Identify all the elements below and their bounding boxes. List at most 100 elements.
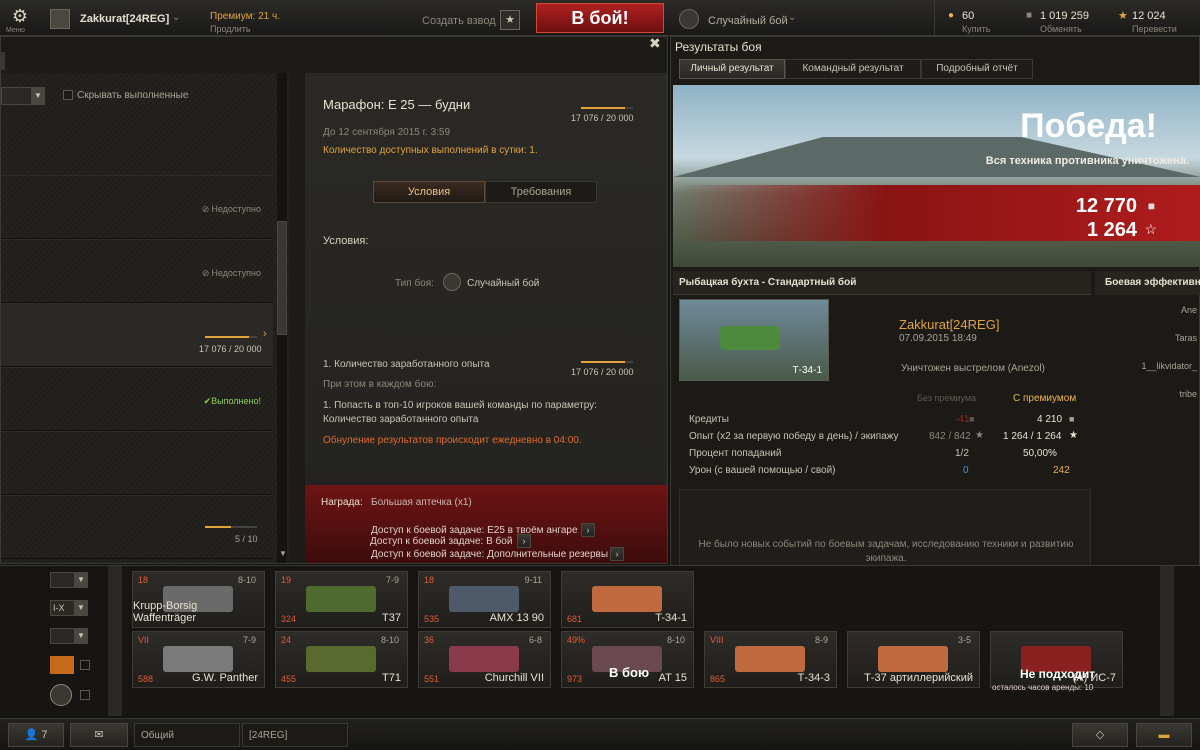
premium-status[interactable]: Премиум: 21 ч. [210, 11, 280, 22]
channel-clan[interactable]: [24REG] [242, 723, 348, 747]
username[interactable]: Zakkurat[24REG] [80, 13, 169, 25]
premium-extend[interactable]: Продлить [210, 24, 251, 34]
tab-conditions[interactable]: Условия [373, 181, 485, 203]
chevron-down-icon[interactable]: ⌄ [172, 12, 180, 23]
list-item[interactable]: 5 / 10 [1, 495, 273, 559]
tank-card[interactable]: 6-8 36 551 Churchill VII [418, 631, 551, 688]
status-unavailable: Недоступно [211, 204, 261, 214]
list-item[interactable]: ✔Выполнено! [1, 367, 273, 431]
repair-value: 681 [567, 614, 583, 624]
destroyed-by: Уничтожен выстрелом (Anezol) [901, 363, 1045, 374]
in-battle-overlay: В бою [609, 665, 650, 680]
tank-card[interactable]: 8-10 18 Krupp-Borsig Waffenträger [132, 571, 265, 628]
row-xp-label: Опыт (x2 за первую победу в день) / экип… [689, 431, 899, 442]
platoon-icon[interactable]: ★ [500, 10, 520, 30]
tank-card[interactable]: 8-10 24 455 T71 [275, 631, 408, 688]
row-hits-label: Процент попаданий [689, 448, 782, 459]
tank-card[interactable]: 7-9 VII 588 G.W. Panther [132, 631, 265, 688]
chevron-down-icon[interactable]: ▼ [74, 628, 88, 644]
list-item[interactable]: ⊘ Недоступно [1, 175, 273, 239]
tab-requirements[interactable]: Требования [485, 181, 597, 203]
row-credits-base: -41 [955, 414, 970, 425]
row-xp-prem: 1 264 / 1 264 [1003, 431, 1062, 442]
efficiency-list: Ane Taras 1__likvidator_ tribe [1095, 299, 1200, 411]
chevron-down-icon[interactable]: ▼ [74, 600, 88, 616]
scrollbar[interactable]: ▼ [277, 73, 287, 563]
tank-card[interactable]: 3-5 Т-37 артиллерийский [847, 631, 980, 688]
free-xp-value: 12 024 [1132, 10, 1166, 22]
premium-filter-icon[interactable] [50, 656, 74, 674]
chat-icon[interactable]: ✉ [70, 723, 128, 747]
lock-icon: ⊘ Недоступно [201, 204, 261, 214]
buy-gold-link[interactable]: Купить [962, 24, 990, 34]
row-damage-base: 0 [963, 465, 969, 476]
tank-level: 3-5 [957, 635, 971, 645]
close-icon[interactable]: ✖ [649, 35, 661, 52]
tab-personal[interactable]: Личный результат [679, 59, 785, 79]
convert-xp-link[interactable]: Перевести [1132, 24, 1177, 34]
tank-card[interactable]: 681 T-34-1 [561, 571, 694, 628]
tank-image: Т-34-1 [679, 299, 829, 381]
create-platoon-button[interactable]: Создать взвод [422, 15, 496, 27]
bottom-bar: 👤 7 ✉ Общий [24REG] ◇ ▬ [0, 718, 1200, 750]
results-title: Результаты боя [675, 40, 762, 54]
tab-team[interactable]: Командный результат [785, 59, 921, 79]
notifications-icon[interactable]: ▬ [1136, 723, 1192, 747]
repair-value: 324 [281, 614, 297, 624]
carousel-scroll-left[interactable] [108, 566, 122, 716]
carousel-scroll-right[interactable] [1160, 566, 1174, 716]
top-bar: ⚙ Меню Zakkurat[24REG] ⌄ Премиум: 21 ч. … [0, 0, 1200, 36]
victory-banner: Победа! Вся техника противника уничтожен… [673, 85, 1200, 267]
tank-name: AT 15 [658, 672, 687, 684]
hide-done-checkbox[interactable] [63, 90, 73, 100]
player-name[interactable]: 1__likvidator_ [1141, 361, 1197, 371]
channel-general[interactable]: Общий [134, 723, 240, 747]
tank-icon [878, 646, 948, 672]
mission-title: Марафон: Е 25 — будни [323, 97, 471, 112]
clan-emblem-icon [50, 9, 70, 29]
scrollbar-thumb[interactable] [277, 221, 287, 335]
access-link-3[interactable]: Доступ к боевой задаче: В бой [370, 536, 512, 547]
chevron-down-icon[interactable]: ⌄ [788, 12, 796, 23]
access-link-2[interactable]: Доступ к боевой задаче: Дополнительные р… [371, 549, 608, 560]
chevron-right-icon[interactable]: › [610, 547, 624, 561]
chevron-down-icon[interactable]: ▼ [74, 572, 88, 588]
tank-icon [306, 586, 376, 612]
crew-value: VII [138, 635, 150, 645]
tank-card[interactable]: 9-11 18 535 AMX 13 90 [418, 571, 551, 628]
menu-label[interactable]: Меню [6, 27, 25, 34]
progress-bar [581, 107, 633, 109]
player-name[interactable]: Ane [1181, 305, 1197, 315]
friends-button[interactable]: 👤 7 [8, 723, 64, 747]
list-item-selected[interactable]: › 17 076 / 20 000 [1, 303, 273, 367]
credits-icon: ■ [1069, 414, 1075, 424]
credits-earned: 12 770 [1075, 195, 1137, 217]
list-item[interactable]: ⊘ Недоступно [1, 239, 273, 303]
carousel-slots: 8-10 18 Krupp-Borsig Waffenträger 7-9 19 324 T… [132, 571, 1132, 711]
not-fit-overlay: Не подходит [1020, 667, 1096, 681]
player-name[interactable]: Taras [1175, 333, 1197, 343]
exchange-link[interactable]: Обменять [1040, 24, 1082, 34]
col-premium: С премиумом [1013, 393, 1077, 404]
elite-filter-icon[interactable] [50, 684, 72, 706]
chevron-right-icon[interactable]: › [517, 534, 531, 548]
condition-2: 1. Попасть в топ-10 игроков вашей команд… [323, 400, 597, 425]
premium-filter-checkbox[interactable] [80, 660, 90, 670]
clan-icon[interactable]: ◇ [1072, 723, 1128, 747]
tab-detailed[interactable]: Подробный отчёт [921, 59, 1033, 79]
battle-mode-select[interactable]: Случайный бой [708, 15, 788, 27]
player-name[interactable]: tribe [1179, 389, 1197, 399]
list-item[interactable] [1, 431, 273, 495]
chevron-down-icon[interactable]: ▼ [31, 87, 45, 105]
tank-card[interactable]: 7-9 19 324 T37 [275, 571, 408, 628]
battle-button[interactable]: В бой! [536, 3, 664, 33]
mission-progress: 17 076 / 20 000 [571, 113, 634, 123]
crew-value: 18 [424, 575, 435, 585]
tank-name: T-34-1 [655, 612, 687, 624]
elite-filter-checkbox[interactable] [80, 690, 90, 700]
tank-card[interactable]: 8-9 VIII 865 Т-34-3 [704, 631, 837, 688]
chevron-down-icon[interactable]: ▼ [279, 549, 287, 558]
access-link-1[interactable]: Доступ к боевой задаче: Е25 в твоём анга… [371, 525, 578, 536]
status-unavailable: Недоступно [211, 268, 261, 278]
chevron-right-icon[interactable]: › [581, 523, 595, 537]
